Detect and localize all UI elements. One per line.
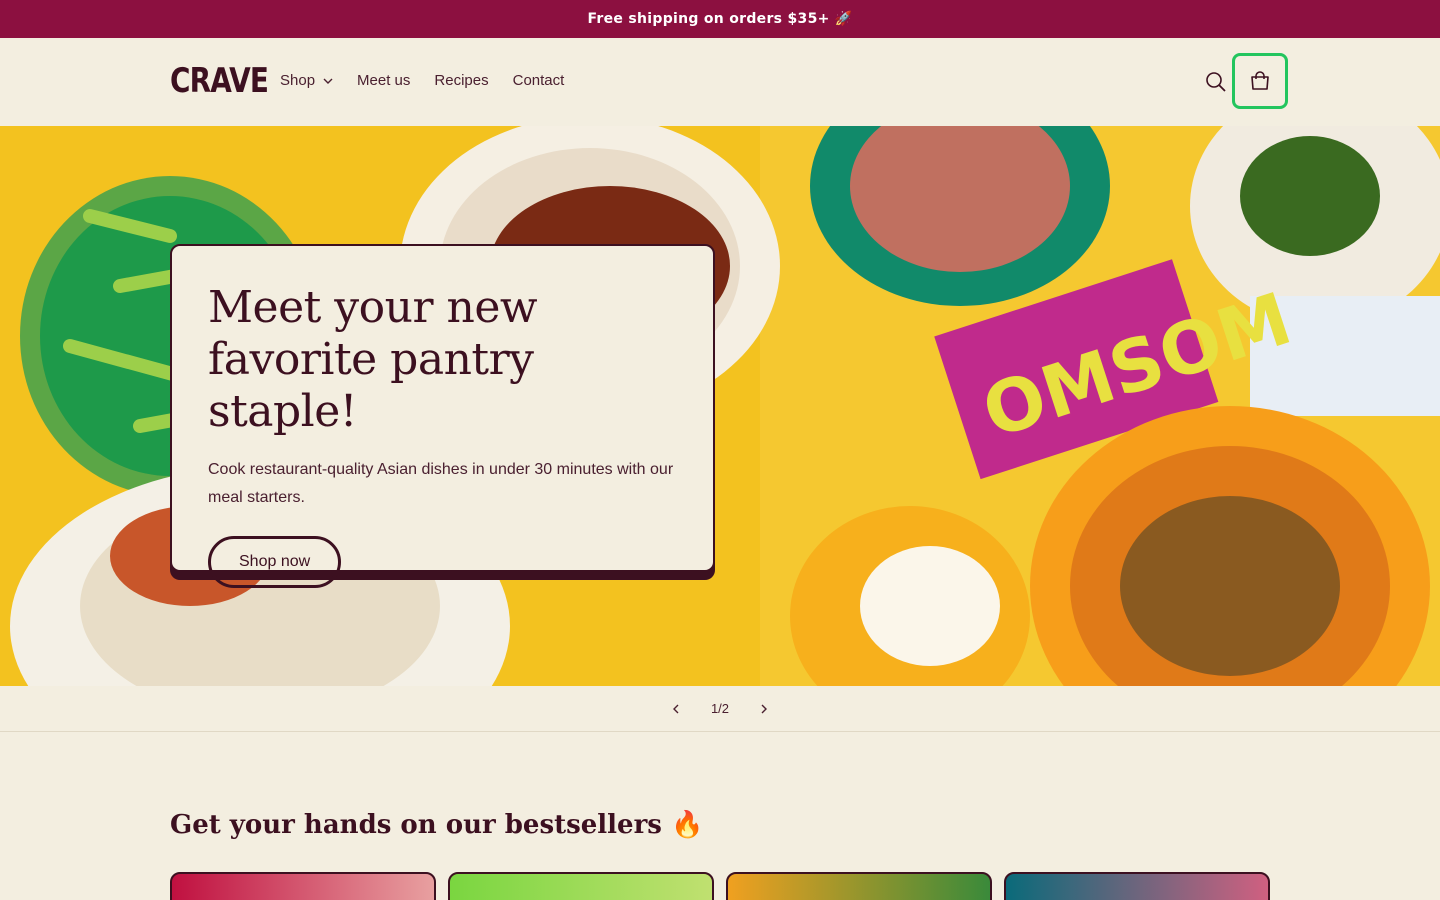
- search-icon: [1206, 72, 1226, 92]
- nav-shop[interactable]: Shop: [280, 72, 333, 89]
- nav-contact-label: Contact: [512, 72, 565, 89]
- product-card[interactable]: [726, 872, 992, 900]
- nav-shop-label: Shop: [280, 72, 316, 89]
- chevron-left-icon: [672, 704, 679, 713]
- nav-contact[interactable]: Contact: [513, 72, 565, 89]
- hero-slider: OMSOM Meet your new favorite pantry stap…: [0, 126, 1440, 686]
- slide-next-button[interactable]: [749, 694, 779, 724]
- cart-button[interactable]: [1232, 53, 1288, 109]
- shop-now-button[interactable]: Shop now: [208, 536, 342, 588]
- bestsellers-title: Get your hands on our bestsellers 🔥: [170, 810, 704, 840]
- nav-meet-us[interactable]: Meet us: [357, 72, 410, 89]
- chevron-right-icon: [761, 704, 768, 713]
- site-header: CRAVE Shop Meet us Recipes Contact: [0, 38, 1440, 126]
- slide-prev-button[interactable]: [661, 694, 691, 724]
- slider-controls: 1/2: [0, 686, 1440, 732]
- hero-card: Meet your new favorite pantry staple! Co…: [170, 244, 715, 588]
- main-nav: Shop Meet us Recipes Contact: [280, 72, 588, 89]
- chevron-down-icon: [323, 78, 333, 84]
- hero-subtitle: Cook restaurant-quality Asian dishes in …: [208, 461, 674, 506]
- slide-counter: 1/2: [710, 701, 730, 716]
- hero-title: Meet your new favorite pantry staple!: [208, 282, 538, 437]
- product-grid: [170, 872, 1270, 900]
- product-card[interactable]: [170, 872, 436, 900]
- nav-recipes[interactable]: Recipes: [434, 72, 488, 89]
- nav-recipes-label: Recipes: [434, 72, 489, 89]
- nav-meet-us-label: Meet us: [357, 72, 411, 89]
- cart-icon: [1251, 71, 1269, 90]
- product-card[interactable]: [448, 872, 714, 900]
- announcement-text: Free shipping on orders $35+ 🚀: [587, 11, 853, 27]
- search-button[interactable]: [1200, 66, 1232, 98]
- announcement-bar: Free shipping on orders $35+ 🚀: [0, 0, 1440, 38]
- product-card[interactable]: [1004, 872, 1270, 900]
- logo[interactable]: CRAVE: [170, 63, 269, 99]
